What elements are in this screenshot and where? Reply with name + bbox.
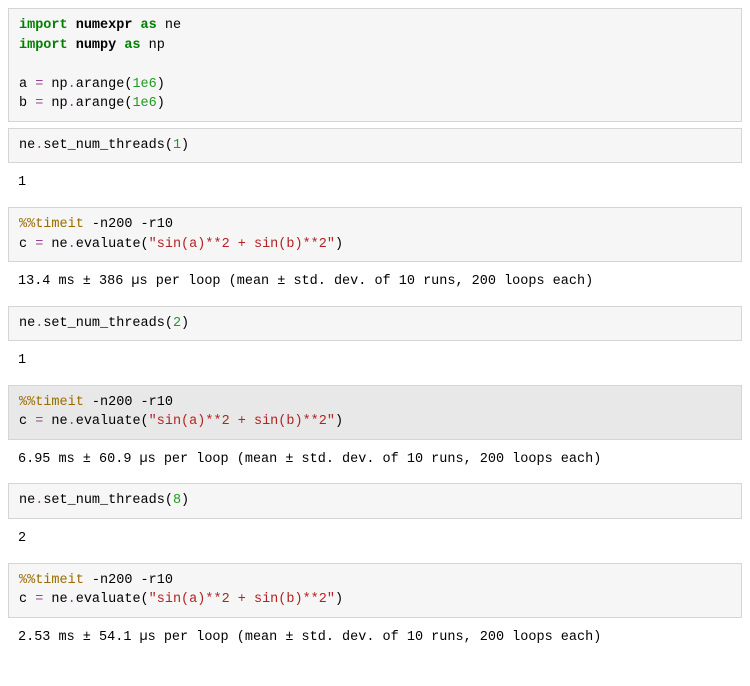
code-token: -n200 -r10 [84,573,173,588]
code-cell-output: 1 [8,169,742,207]
code-token: evaluate( [76,414,149,429]
code-token: %%timeit [19,573,84,588]
code-line: b = np.arange(1e6) [19,96,165,111]
code-token: ) [335,414,343,429]
code-token: . [68,237,76,252]
notebook-container: import numexpr as ne import numpy as np … [8,8,742,661]
code-token: 1 [173,138,181,153]
code-token: arange( [76,96,133,111]
code-line: c = ne.evaluate("sin(a)**2 + sin(b)**2") [19,414,343,429]
code-token: ne [43,414,67,429]
code-line: %%timeit -n200 -r10 [19,217,173,232]
code-line [19,57,27,72]
code-token: "sin(a)**2 + sin(b)**2" [149,592,335,607]
code-token: b [19,96,35,111]
code-token: . [68,77,76,92]
code-token: 2 [173,316,181,331]
code-cell-input[interactable]: ne.set_num_threads(1) [8,128,742,164]
code-token: np [43,77,67,92]
code-token: %%timeit [19,395,84,410]
code-token: ne [19,138,35,153]
code-cell-output: 2.53 ms ± 54.1 µs per loop (mean ± std. … [8,624,742,662]
code-token: import [19,38,76,53]
code-token: numpy [76,38,117,53]
code-token: ) [157,96,165,111]
code-token: c [19,237,35,252]
code-cell-input[interactable]: %%timeit -n200 -r10 c = ne.evaluate("sin… [8,563,742,618]
code-line: import numexpr as ne [19,18,181,33]
code-line: %%timeit -n200 -r10 [19,573,173,588]
code-token: np [149,38,165,53]
code-token: ) [157,77,165,92]
code-cell-input[interactable]: %%timeit -n200 -r10 c = ne.evaluate("sin… [8,385,742,440]
code-token: a [19,77,35,92]
code-line: %%timeit -n200 -r10 [19,395,173,410]
code-cell-output: 13.4 ms ± 386 µs per loop (mean ± std. d… [8,268,742,306]
code-token: ) [181,138,189,153]
code-token: set_num_threads( [43,316,173,331]
code-token: c [19,414,35,429]
code-line: ne.set_num_threads(8) [19,493,189,508]
code-token: -n200 -r10 [84,395,173,410]
code-cell-input[interactable]: import numexpr as ne import numpy as np … [8,8,742,122]
code-token: as [116,38,148,53]
code-token: import [19,18,76,33]
code-token: ) [335,592,343,607]
code-token: "sin(a)**2 + sin(b)**2" [149,237,335,252]
code-token: 8 [173,493,181,508]
code-token [19,57,27,72]
code-line: ne.set_num_threads(2) [19,316,189,331]
code-cell-output: 1 [8,347,742,385]
code-token: arange( [76,77,133,92]
code-line: import numpy as np [19,38,165,53]
code-line: c = ne.evaluate("sin(a)**2 + sin(b)**2") [19,592,343,607]
code-token: ne [43,237,67,252]
code-cell-output: 6.95 ms ± 60.9 µs per loop (mean ± std. … [8,446,742,484]
code-cell-input[interactable]: ne.set_num_threads(2) [8,306,742,342]
code-token: . [68,592,76,607]
code-token: np [43,96,67,111]
code-line: c = ne.evaluate("sin(a)**2 + sin(b)**2") [19,237,343,252]
code-cell-output: 2 [8,525,742,563]
code-token: set_num_threads( [43,493,173,508]
code-cell-input[interactable]: ne.set_num_threads(8) [8,483,742,519]
code-token: 1e6 [132,96,156,111]
code-token: set_num_threads( [43,138,173,153]
code-line: ne.set_num_threads(1) [19,138,189,153]
code-token: evaluate( [76,237,149,252]
code-token: as [132,18,164,33]
code-token: . [68,96,76,111]
code-token: ne [19,493,35,508]
code-token: c [19,592,35,607]
code-line: a = np.arange(1e6) [19,77,165,92]
code-token: ne [165,18,181,33]
code-token: "sin(a)**2 + sin(b)**2" [149,414,335,429]
code-token: numexpr [76,18,133,33]
code-token: %%timeit [19,217,84,232]
code-token: 1e6 [132,77,156,92]
code-token: . [68,414,76,429]
code-token: ne [19,316,35,331]
code-token: ne [43,592,67,607]
code-cell-input[interactable]: %%timeit -n200 -r10 c = ne.evaluate("sin… [8,207,742,262]
code-token: evaluate( [76,592,149,607]
code-token: ) [335,237,343,252]
code-token: ) [181,493,189,508]
code-token: -n200 -r10 [84,217,173,232]
code-token: ) [181,316,189,331]
